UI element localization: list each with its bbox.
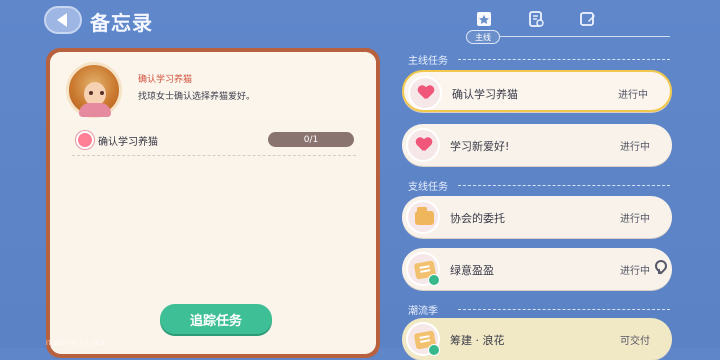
back-button[interactable] [44,6,82,34]
section-divider [458,185,670,186]
task-title: 确认学习养猫 [138,75,193,85]
tab-document[interactable] [522,6,550,32]
quest-name: 筹建 · 浪花 [450,334,505,347]
quest-status: 可交付 [620,336,650,347]
quest-item[interactable]: 绿意盈盈 进行中 [402,248,672,290]
task-detail-card: 确认学习养猫 找琼女士确认选择养猫爱好。 确认学习养猫 0/1 追踪任务 [46,48,380,358]
page-title: 备忘录 [90,11,153,35]
quest-status: 进行中 [620,214,650,225]
npc-info: 确认学习养猫 找琼女士确认选择养猫爱好。 [50,52,376,120]
section-season-quests: 潮流季 [408,306,438,317]
objective-progress-bar: 0/1 [268,132,354,147]
tab-main[interactable] [470,6,498,32]
main-quest-icon [477,12,491,26]
quest-item[interactable]: 筹建 · 浪花 可交付 [402,318,672,360]
book-icon [406,252,440,286]
track-quest-button[interactable]: 追踪任务 [160,304,272,334]
quest-item[interactable]: 协会的委托 进行中 [402,196,672,238]
npc-avatar [66,62,122,118]
book-icon [406,322,440,356]
folder-icon [406,200,440,234]
objective-icon [76,131,94,149]
tab-edit[interactable] [574,6,602,32]
task-objective-row: 确认学习养猫 0/1 [70,128,358,150]
quest-name: 学习新爱好! [450,140,510,153]
quest-status: 进行中 [620,266,650,277]
document-icon [529,11,544,27]
progress-text: 0/1 [303,134,319,145]
back-arrow-icon [57,13,67,27]
debug-text: IT 2022 TE 0.1.18.0 [46,340,105,347]
location-pin-icon[interactable] [654,260,664,276]
top-tabs: 主线 [466,6,676,46]
section-main-quests: 主线任务 [408,56,448,67]
section-divider [458,309,670,310]
edit-icon [580,12,595,26]
quest-name: 协会的委托 [450,212,505,225]
objective-divider [72,155,356,156]
heart-icon [408,76,442,110]
quest-name: 绿意盈盈 [450,264,494,277]
quest-item[interactable]: 确认学习养猫 进行中 [402,70,672,112]
quest-status: 进行中 [620,142,650,153]
section-divider [458,59,670,60]
quest-item[interactable]: 学习新爱好! 进行中 [402,124,672,166]
quest-name: 确认学习养猫 [452,88,518,101]
active-tab-label: 主线 [466,30,500,44]
objective-label: 确认学习养猫 [98,137,158,148]
task-description: 找琼女士确认选择养猫爱好。 [138,92,256,102]
quest-status: 进行中 [618,90,648,101]
heart-icon [406,128,440,162]
section-branch-quests: 支线任务 [408,182,448,193]
